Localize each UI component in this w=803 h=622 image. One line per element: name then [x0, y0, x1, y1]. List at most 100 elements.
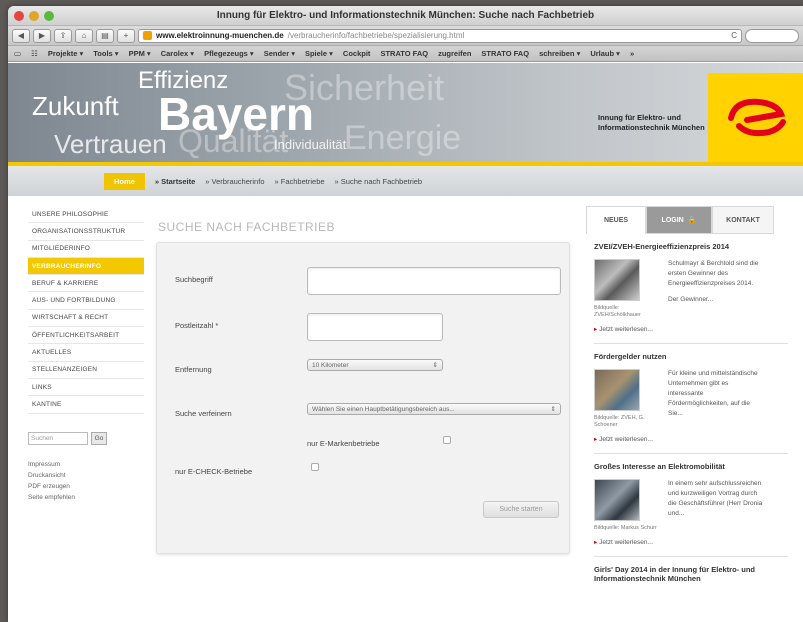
home-icon: ⌂: [81, 31, 87, 40]
search-submit-button[interactable]: Suche starten: [483, 501, 559, 518]
suchbegriff-label: Suchbegriff: [175, 275, 213, 284]
entfernung-label: Entfernung: [175, 365, 212, 374]
search-form: Suchbegriff Postleitzahl * Entfernung 10…: [156, 242, 570, 554]
tab-neues[interactable]: NEUES: [586, 206, 646, 234]
lock-icon: 🔒: [687, 217, 697, 224]
verfeinern-select[interactable]: Wählen Sie einen Hauptbetätigungsbereich…: [307, 403, 561, 415]
news-divider: [594, 453, 788, 454]
news-caption: Bildquelle: Markus Schurr: [594, 525, 657, 531]
bookmark-item[interactable]: Tools ▾: [93, 49, 118, 58]
bookmark-item[interactable]: Sender ▾: [264, 49, 295, 58]
news-caption: Bildquelle: ZVEH/Schölkhauer: [594, 305, 641, 318]
sidebar-item-organisation[interactable]: ORGANISATIONSSTRUKTUR: [28, 223, 144, 241]
org-name-line: Informationstechnik München: [598, 123, 705, 132]
back-button[interactable]: ◀: [12, 28, 30, 43]
address-bar[interactable]: www.elektroinnung-muenchen.de /verbrauch…: [138, 28, 742, 43]
sidebar-item-aktuelles[interactable]: AKTUELLES: [28, 344, 144, 362]
sidebar-search-button[interactable]: Go: [91, 431, 107, 445]
share-icon: ⇪: [59, 31, 67, 40]
sidebar-item-mitgliederinfo[interactable]: MITGLIEDERINFO: [28, 241, 144, 258]
share-button[interactable]: ⇪: [54, 28, 72, 43]
news-divider: [594, 343, 788, 344]
page-title: SUCHE NACH FACHBETRIEB: [158, 220, 336, 234]
read-more-link[interactable]: ▸ Jetzt weiterlesen...: [594, 435, 788, 443]
sidebar-item-beruf[interactable]: BERUF & KARRIERE: [28, 275, 144, 293]
verfeinern-value: Wählen Sie einen Hauptbetätigungsbereich…: [312, 405, 455, 413]
nav-startseite[interactable]: » Startseite: [155, 177, 195, 186]
sidebar-item-stellen[interactable]: STELLENANZEIGEN: [28, 362, 144, 379]
sidebar: UNSERE PHILOSOPHIE ORGANISATIONSSTRUKTUR…: [28, 206, 144, 503]
news-title[interactable]: Großes Interesse an Elektromobilität: [594, 462, 788, 471]
news-thumbnail[interactable]: [594, 369, 640, 411]
news-thumbnail[interactable]: [594, 479, 640, 521]
bookmark-item[interactable]: zugreifen: [438, 49, 471, 58]
tab-login[interactable]: LOGIN 🔒: [646, 206, 712, 234]
bookmark-item[interactable]: PPM ▾: [129, 49, 151, 58]
tabs-button[interactable]: ▤: [96, 28, 114, 43]
nav-home[interactable]: Home: [104, 172, 145, 190]
sidebar-item-philosophie[interactable]: UNSERE PHILOSOPHIE: [28, 206, 144, 224]
nav-fachbetriebe[interactable]: » Fachbetriebe: [275, 177, 325, 186]
banner-word: Energie: [344, 119, 462, 157]
emarken-checkbox[interactable]: [443, 436, 451, 444]
bookmark-item[interactable]: Carolex ▾: [161, 49, 194, 58]
sidebar-item-oeffentlichkeit[interactable]: ÖFFENTLICHKEITSARBEIT: [28, 327, 144, 345]
e-logo-icon: [727, 98, 786, 137]
bookmark-item[interactable]: schreiben ▾: [539, 49, 580, 58]
sidebar-item-fortbildung[interactable]: AUS- UND FORTBILDUNG: [28, 292, 144, 310]
nav-suche[interactable]: » Suche nach Fachbetrieb: [335, 177, 423, 186]
news-divider: [594, 556, 788, 557]
news-title[interactable]: ZVEI/ZVEH-Energieeffizienzpreis 2014: [594, 242, 788, 251]
news-text: Schulmayr & Berchtold sind die ersten Ge…: [668, 260, 759, 287]
impressum-link[interactable]: Impressum: [28, 459, 144, 470]
right-tabs: NEUES LOGIN 🔒 KONTAKT: [586, 206, 796, 234]
bookmarks-icon[interactable]: ☷: [31, 49, 38, 58]
news-text-continued: Der Gewinner...: [668, 296, 714, 303]
news-thumbnail[interactable]: [594, 259, 640, 301]
bookmark-item[interactable]: Pflegezeugs ▾: [204, 49, 254, 58]
sidebar-item-kantine[interactable]: KANTINE: [28, 396, 144, 414]
news-list: ZVEI/ZVEH-Energieeffizienzpreis 2014 Bil…: [586, 234, 796, 583]
add-button[interactable]: +: [117, 28, 135, 43]
e-logo[interactable]: [708, 73, 803, 163]
header-banner: Sicherheit Qualität Energie Effizienz Zu…: [8, 63, 803, 166]
browser-toolbar: ◀ ▶ ⇪ ⌂ ▤ + www.elektroinnung-muenchen.d…: [8, 26, 803, 46]
bookmark-item[interactable]: Cockpit: [343, 49, 371, 58]
bookmark-item[interactable]: STRATO FAQ: [380, 49, 428, 58]
banner-word: Individualität: [274, 137, 347, 152]
home-button[interactable]: ⌂: [75, 28, 93, 43]
organization-name: Innung für Elektro- und Informationstech…: [598, 113, 705, 133]
sidebar-item-wirtschaft[interactable]: WIRTSCHAFT & RECHT: [28, 310, 144, 328]
suchbegriff-input[interactable]: [307, 267, 561, 295]
arrow-icon: ▸: [594, 539, 598, 546]
banner-word: Zukunft: [32, 91, 119, 121]
bookmark-item[interactable]: Urlaub ▾: [590, 49, 620, 58]
echeck-checkbox[interactable]: [311, 463, 319, 471]
news-title[interactable]: Fördergelder nutzen: [594, 352, 788, 361]
postleitzahl-label: Postleitzahl *: [175, 321, 219, 330]
pdf-link[interactable]: PDF erzeugen: [28, 481, 144, 492]
bookmark-overflow[interactable]: »: [630, 49, 634, 58]
forward-button[interactable]: ▶: [33, 28, 51, 43]
bookmark-item[interactable]: Projekte ▾: [48, 49, 83, 58]
postleitzahl-input[interactable]: [307, 313, 443, 341]
entfernung-select[interactable]: 10 Kilometer ⇕: [307, 359, 443, 371]
tab-kontakt[interactable]: KONTAKT: [712, 206, 774, 234]
read-more-link[interactable]: ▸ Jetzt weiterlesen...: [594, 325, 788, 333]
reader-icon[interactable]: ▭: [14, 49, 21, 58]
news-title[interactable]: Girls' Day 2014 in der Innung für Elektr…: [594, 565, 788, 583]
bookmark-item[interactable]: Spiele ▾: [305, 49, 333, 58]
nav-verbraucherinfo[interactable]: » Verbraucherinfo: [205, 177, 264, 186]
verfeinern-label: Suche verfeinern: [175, 409, 232, 418]
browser-search-input[interactable]: [745, 28, 799, 43]
reload-icon[interactable]: C: [731, 31, 737, 40]
read-more-link[interactable]: ▸ Jetzt weiterlesen...: [594, 538, 788, 546]
bookmark-item[interactable]: STRATO FAQ: [481, 49, 529, 58]
title-bar: Innung für Elektro- und Informationstech…: [8, 6, 803, 26]
sidebar-search-input[interactable]: Suchen: [28, 431, 88, 445]
recommend-link[interactable]: Seite empfehlen: [28, 492, 144, 503]
emarken-label: nur E-Markenbetriebe: [307, 439, 380, 448]
print-link[interactable]: Druckansicht: [28, 470, 144, 481]
sidebar-item-verbraucherinfo[interactable]: VERBRAUCHERINFO: [28, 257, 144, 276]
sidebar-item-links[interactable]: LINKS: [28, 379, 144, 397]
